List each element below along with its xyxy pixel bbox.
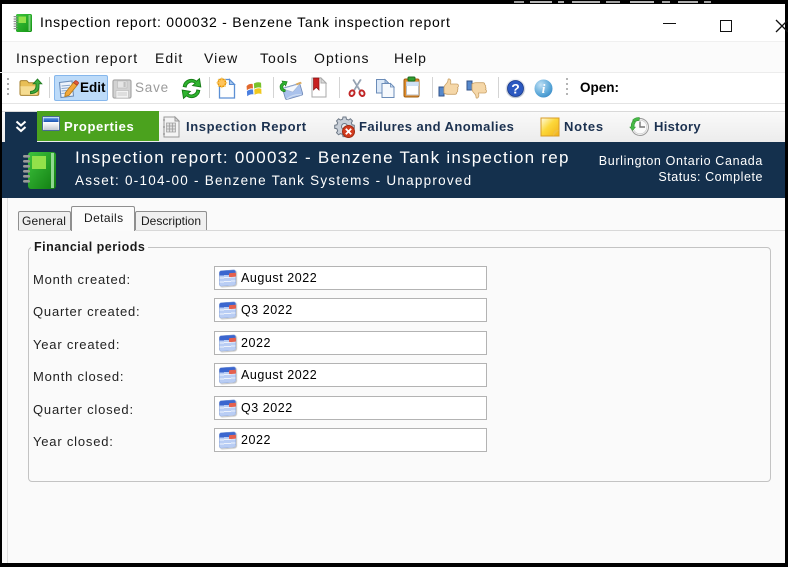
svg-text:i: i (542, 81, 546, 96)
svg-text:?: ? (511, 81, 520, 97)
